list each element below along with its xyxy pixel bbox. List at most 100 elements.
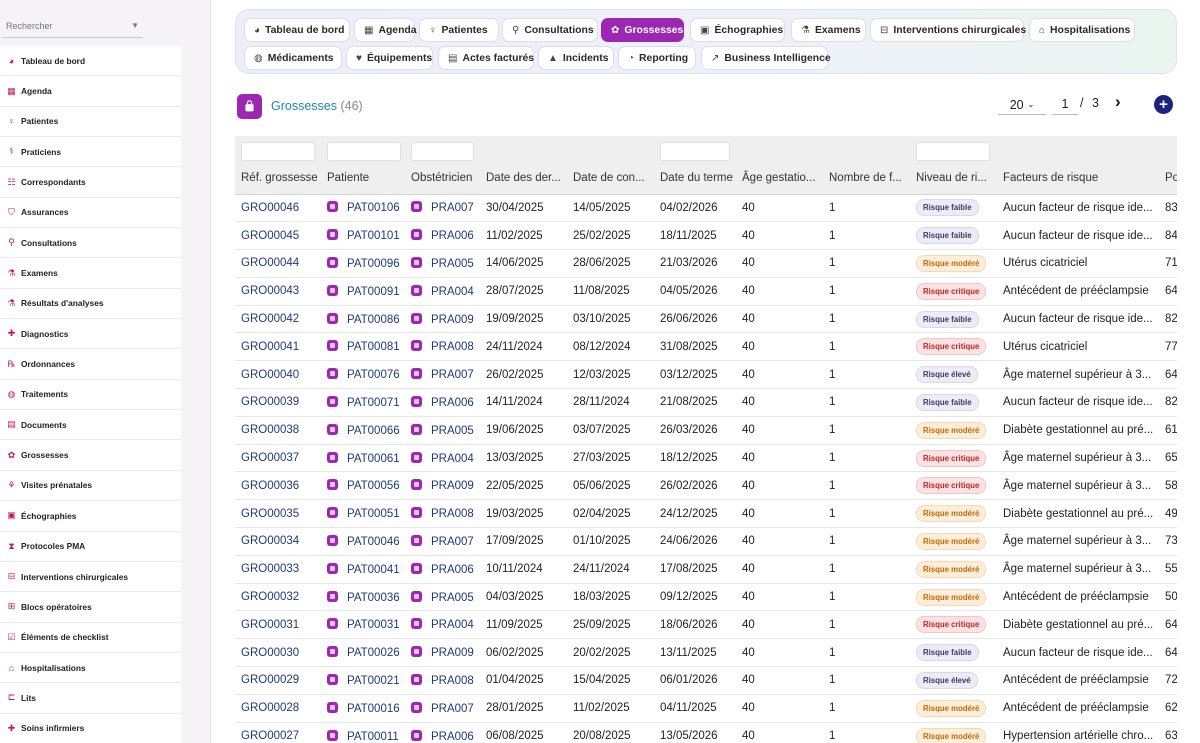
cell-ref[interactable]: GRO00035 xyxy=(235,500,321,528)
table-row[interactable]: GRO00028 PAT00016 PRA007 28/01/2025 11/02/20… xyxy=(235,694,1177,723)
cell-ref[interactable]: GRO00028 xyxy=(235,694,321,722)
cell-obstetricien[interactable]: PRA005 xyxy=(405,250,480,278)
cell-patiente[interactable]: PAT00071 xyxy=(321,389,405,417)
tab-2[interactable]: ▦ Agenda xyxy=(354,18,417,42)
tab-1[interactable]: ◕ Tableau de bord xyxy=(244,18,350,42)
column-header-11[interactable]: Po xyxy=(1159,162,1177,195)
cell-ref[interactable]: GRO00029 xyxy=(235,667,321,695)
sidebar-item-12[interactable]: ◍ Traitements xyxy=(0,379,181,411)
cell-patiente[interactable]: PAT00021 xyxy=(321,667,405,695)
cell-obstetricien[interactable]: PRA006 xyxy=(405,389,480,417)
table-row[interactable]: GRO00045 PAT00101 PRA006 11/02/2025 25/02/20… xyxy=(235,222,1177,250)
filter-niveau-risque[interactable] xyxy=(910,136,997,162)
cell-ref[interactable]: GRO00031 xyxy=(235,611,321,639)
cell-obstetricien[interactable]: PRA007 xyxy=(405,194,480,222)
cell-patiente[interactable]: PAT00086 xyxy=(321,305,405,333)
column-header-7[interactable]: Âge gestatio... xyxy=(736,162,823,195)
cell-obstetricien[interactable]: PRA008 xyxy=(405,333,480,361)
table-row[interactable]: GRO00027 PAT00011 PRA006 06/08/2025 20/08/20… xyxy=(235,722,1177,743)
column-header-9[interactable]: Niveau de ri... xyxy=(910,162,997,195)
table-row[interactable]: GRO00040 PAT00076 PRA007 26/02/2025 12/03/20… xyxy=(235,361,1177,389)
cell-patiente[interactable]: PAT00091 xyxy=(321,277,405,305)
cell-ref[interactable]: GRO00034 xyxy=(235,528,321,556)
dropdown-caret-icon[interactable]: ▼ xyxy=(131,21,139,30)
cell-patiente[interactable]: PAT00066 xyxy=(321,416,405,444)
cell-ref[interactable]: GRO00039 xyxy=(235,389,321,417)
sidebar-item-2[interactable]: ▦ Agenda xyxy=(0,76,181,107)
sidebar-item-10[interactable]: ✚ Diagnostics xyxy=(0,319,181,350)
sidebar-item-9[interactable]: ⚗ Résultats d'analyses xyxy=(0,288,181,320)
sidebar-item-15[interactable]: ⚘ Visites prénatales xyxy=(0,470,181,502)
table-row[interactable]: GRO00035 PAT00051 PRA008 19/03/2025 02/04/20… xyxy=(235,500,1177,528)
cell-obstetricien[interactable]: PRA007 xyxy=(405,361,480,389)
tab-6[interactable]: ▣ Échographies xyxy=(690,18,785,42)
cell-obstetricien[interactable]: PRA006 xyxy=(405,722,480,743)
sidebar-item-6[interactable]: ⛉ Assurances xyxy=(0,197,181,229)
cell-obstetricien[interactable]: PRA004 xyxy=(405,611,480,639)
column-header-2[interactable]: Patiente xyxy=(321,162,405,195)
cell-ref[interactable]: GRO00030 xyxy=(235,639,321,667)
cell-obstetricien[interactable]: PRA009 xyxy=(405,639,480,667)
tab-5[interactable]: ✿ Grossesses xyxy=(601,18,684,42)
table-row[interactable]: GRO00038 PAT00066 PRA005 19/06/2025 03/07/20… xyxy=(235,416,1177,445)
tab-11[interactable]: ♥ Équipements xyxy=(346,46,433,70)
cell-obstetricien[interactable]: PRA009 xyxy=(405,305,480,333)
cell-patiente[interactable]: PAT00101 xyxy=(321,222,405,250)
tab-4[interactable]: ⚲ Consultations xyxy=(502,18,598,42)
sidebar-item-7[interactable]: ⚲ Consultations xyxy=(0,228,181,259)
cell-ref[interactable]: GRO00038 xyxy=(235,416,321,444)
column-header-6[interactable]: Date du terme xyxy=(654,162,736,195)
table-row[interactable]: GRO00042 PAT00086 PRA009 19/09/2025 03/10/20… xyxy=(235,305,1177,333)
cell-patiente[interactable]: PAT00041 xyxy=(321,555,405,583)
column-header-5[interactable]: Date de con... xyxy=(567,162,654,195)
tab-13[interactable]: ▲ Incidents xyxy=(538,46,614,70)
table-row[interactable]: GRO00037 PAT00061 PRA004 13/03/2025 27/03/20… xyxy=(235,444,1177,472)
sidebar-item-8[interactable]: ⚗ Examens xyxy=(0,258,181,289)
cell-obstetricien[interactable]: PRA007 xyxy=(405,528,480,556)
cell-ref[interactable]: GRO00042 xyxy=(235,305,321,333)
tab-10[interactable]: ◍ Médicaments xyxy=(244,46,342,70)
cell-obstetricien[interactable]: PRA008 xyxy=(405,500,480,528)
cell-patiente[interactable]: PAT00036 xyxy=(321,583,405,611)
tab-12[interactable]: ▤ Actes facturés xyxy=(438,46,534,70)
tab-8[interactable]: ⊟ Interventions chirurgicales xyxy=(870,18,1026,42)
cell-ref[interactable]: GRO00027 xyxy=(235,722,321,743)
cell-obstetricien[interactable]: PRA005 xyxy=(405,583,480,611)
table-row[interactable]: GRO00029 PAT00021 PRA008 01/04/2025 15/04/20… xyxy=(235,667,1177,695)
column-header-1[interactable]: Réf. grossesse xyxy=(235,162,321,195)
cell-patiente[interactable]: PAT00026 xyxy=(321,639,405,667)
sidebar-item-21[interactable]: ⌂ Hospitalisations xyxy=(0,652,181,684)
cell-obstetricien[interactable]: PRA004 xyxy=(405,277,480,305)
table-row[interactable]: GRO00030 PAT00026 PRA009 06/02/2025 20/02/20… xyxy=(235,639,1177,667)
tab-14[interactable]: ◔ Reporting xyxy=(618,46,696,70)
sidebar-item-22[interactable]: ⊏ Lits xyxy=(0,683,181,714)
cell-ref[interactable]: GRO00032 xyxy=(235,583,321,611)
tab-15[interactable]: ↗ Business Intelligence xyxy=(701,46,831,70)
page-number-input[interactable]: 1 xyxy=(1052,95,1078,115)
cell-patiente[interactable]: PAT00031 xyxy=(321,611,405,639)
cell-obstetricien[interactable]: PRA009 xyxy=(405,472,480,500)
cell-ref[interactable]: GRO00040 xyxy=(235,361,321,389)
sidebar-item-20[interactable]: ☑ Éléments de checklist xyxy=(0,622,181,653)
next-page-button[interactable]: › xyxy=(1115,92,1121,112)
cell-obstetricien[interactable]: PRA008 xyxy=(405,667,480,695)
table-row[interactable]: GRO00036 PAT00056 PRA009 22/05/2025 05/06/20… xyxy=(235,472,1177,500)
cell-obstetricien[interactable]: PRA005 xyxy=(405,416,480,444)
cell-patiente[interactable]: PAT00081 xyxy=(321,333,405,361)
cell-ref[interactable]: GRO00033 xyxy=(235,555,321,583)
sidebar-search[interactable]: ▼ xyxy=(2,16,143,38)
cell-patiente[interactable]: PAT00056 xyxy=(321,472,405,500)
cell-ref[interactable]: GRO00044 xyxy=(235,250,321,278)
sidebar-item-19[interactable]: ⊞ Blocs opératoires xyxy=(0,592,181,623)
column-header-4[interactable]: Date des der... xyxy=(480,162,567,195)
table-row[interactable]: GRO00034 PAT00046 PRA007 17/09/2025 01/10/20… xyxy=(235,528,1177,556)
sidebar-item-3[interactable]: ♀ Patientes xyxy=(0,106,181,138)
sidebar-item-11[interactable]: ℞ Ordonnances xyxy=(0,349,181,380)
tab-3[interactable]: ♀ Patientes xyxy=(419,18,499,42)
filter-date-terme[interactable] xyxy=(654,136,736,162)
table-row[interactable]: GRO00046 PAT00106 PRA007 30/04/2025 14/05/20… xyxy=(235,194,1177,222)
table-row[interactable]: GRO00033 PAT00041 PRA006 10/11/2024 24/11/20… xyxy=(235,555,1177,584)
sidebar-item-17[interactable]: ⧗ Protocoles PMA xyxy=(0,531,181,562)
cell-ref[interactable]: GRO00046 xyxy=(235,194,321,222)
cell-obstetricien[interactable]: PRA006 xyxy=(405,222,480,250)
